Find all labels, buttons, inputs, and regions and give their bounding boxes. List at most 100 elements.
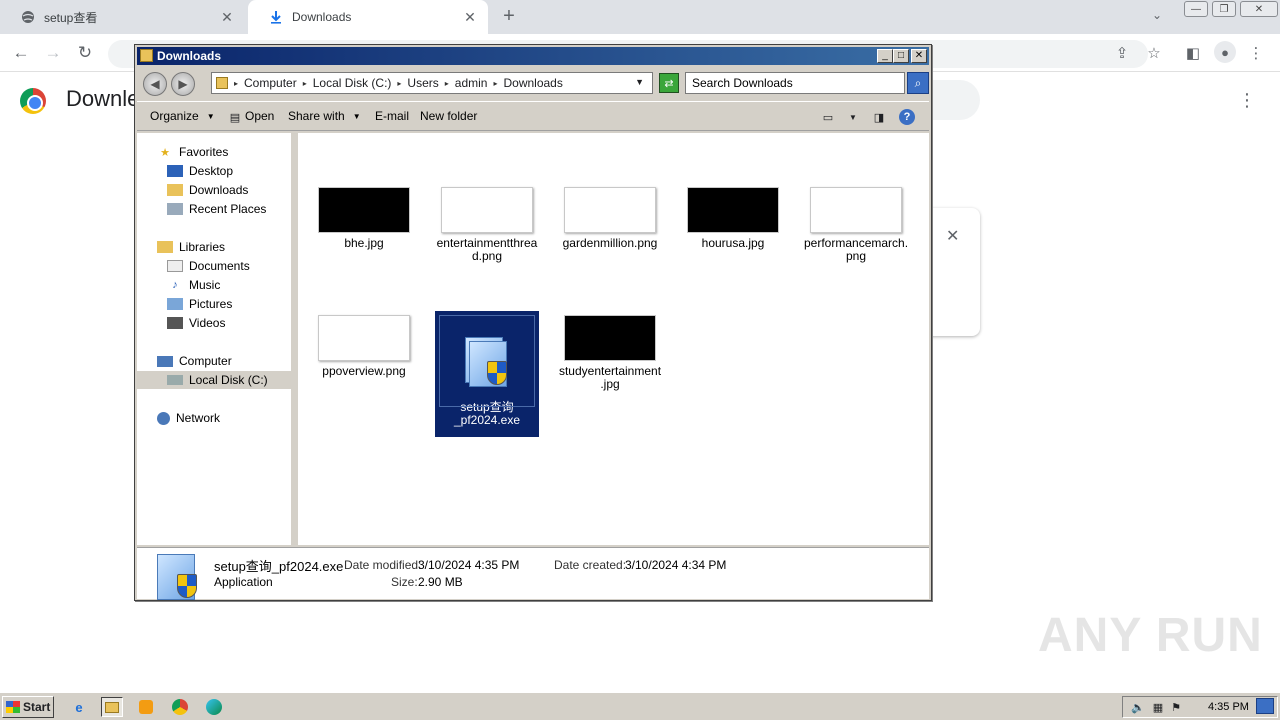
computer-icon: [157, 355, 173, 367]
nav-libraries[interactable]: Libraries: [157, 238, 225, 256]
chrome-taskbar-icon[interactable]: [169, 697, 191, 717]
explorer-window: Downloads _ □ ✕ ◀ ▶ ▸ Computer ▸ Local D…: [134, 44, 932, 601]
volume-icon[interactable]: 🔈: [1131, 701, 1145, 714]
clock: 4:35 PM: [1208, 701, 1249, 713]
nav-pictures[interactable]: Pictures: [167, 295, 232, 313]
email-button[interactable]: E-mail: [375, 109, 409, 123]
minimize-button[interactable]: —: [1184, 1, 1208, 17]
refresh-icon[interactable]: ⇄: [659, 73, 679, 93]
back-icon[interactable]: ◀: [143, 72, 167, 96]
nav-network[interactable]: Network: [157, 409, 220, 427]
details-pane: setup查询_pf2024.exe Application Date modi…: [137, 547, 929, 600]
forward-icon[interactable]: ▶: [171, 72, 195, 96]
media-player-icon[interactable]: [135, 697, 157, 717]
new-tab-button[interactable]: +: [498, 5, 520, 28]
tab-downloads[interactable]: Downloads ✕: [248, 0, 488, 34]
tab-setup[interactable]: setup查看 ✕: [0, 0, 245, 34]
downloads-folder-icon: [167, 184, 183, 196]
file-item[interactable]: studyentertainment .jpg: [558, 315, 662, 391]
remove-download-icon[interactable]: ✕: [946, 226, 959, 246]
search-input[interactable]: Search Downloads: [685, 72, 905, 94]
minimize-button[interactable]: _: [877, 49, 893, 63]
file-item[interactable]: entertainmentthrea d.png: [435, 187, 539, 263]
action-center-flag-icon[interactable]: ⚑: [1171, 701, 1181, 714]
file-item[interactable]: performancemarch. png: [804, 187, 908, 263]
breadcrumb-localdisk[interactable]: Local Disk (C:): [313, 76, 392, 90]
new-folder-button[interactable]: New folder: [420, 109, 477, 123]
nav-videos[interactable]: Videos: [167, 314, 225, 332]
help-icon[interactable]: ?: [899, 109, 915, 125]
nav-favorites[interactable]: ★ Favorites: [157, 143, 228, 161]
nav-local-disk[interactable]: Local Disk (C:): [137, 371, 293, 389]
close-window-button[interactable]: ✕: [1240, 1, 1278, 17]
dropdown-icon[interactable]: ▼: [635, 77, 644, 87]
open-button[interactable]: Open: [245, 109, 274, 123]
forward-icon[interactable]: →: [42, 42, 64, 64]
desktop-icon: [167, 165, 183, 177]
star-icon[interactable]: ☆: [1144, 43, 1164, 63]
profile-avatar[interactable]: ●: [1214, 41, 1236, 63]
modified-value: 3/10/2024 4:35 PM: [418, 558, 520, 572]
nav-documents[interactable]: Documents: [167, 257, 250, 275]
file-item[interactable]: ppoverview.png: [312, 315, 416, 378]
tab-strip: setup查看 ✕ Downloads ✕ + ⌄ — ❐ ✕: [0, 0, 1280, 34]
file-item[interactable]: gardenmillion.png: [558, 187, 662, 250]
documents-icon: [167, 260, 183, 272]
window-controls: — ❐ ✕: [1182, 0, 1280, 20]
nav-downloads[interactable]: Downloads: [167, 181, 248, 199]
nav-recent-places[interactable]: Recent Places: [167, 200, 266, 218]
view-dropdown-icon[interactable]: ▼: [845, 109, 861, 125]
nav-computer[interactable]: Computer: [157, 352, 232, 370]
preview-pane-icon[interactable]: ◨: [871, 109, 887, 125]
system-tray: 🔈 ▦ ⚑: [1122, 696, 1278, 718]
close-tab-icon[interactable]: ✕: [219, 9, 235, 26]
file-item[interactable]: hourusa.jpg: [681, 187, 785, 250]
pictures-icon: [167, 298, 183, 310]
open-icon: ▤: [229, 111, 241, 124]
search-icon[interactable]: ⌕: [907, 72, 929, 94]
internet-explorer-icon[interactable]: e: [68, 697, 90, 717]
star-icon: ★: [160, 146, 170, 159]
network-tray-icon[interactable]: ▦: [1153, 701, 1163, 714]
start-button[interactable]: Start: [2, 696, 54, 718]
close-button[interactable]: ✕: [911, 49, 927, 63]
more-options-icon[interactable]: ⋮: [1238, 90, 1256, 111]
created-label: Date created:: [554, 558, 627, 572]
breadcrumb-computer[interactable]: Computer: [244, 76, 297, 90]
breadcrumb-users[interactable]: Users: [407, 76, 438, 90]
side-panel-icon[interactable]: ◧: [1183, 43, 1203, 63]
folder-icon: [140, 49, 153, 62]
maximize-button[interactable]: □: [893, 49, 909, 63]
back-icon[interactable]: ←: [10, 42, 32, 64]
created-value: 3/10/2024 4:34 PM: [625, 558, 727, 572]
image-thumbnail: [810, 187, 902, 233]
share-icon[interactable]: ⇪: [1112, 43, 1132, 63]
chevron-down-icon[interactable]: ⌄: [1152, 8, 1162, 22]
restore-button[interactable]: ❐: [1212, 1, 1236, 17]
file-item[interactable]: bhe.jpg: [312, 187, 416, 250]
details-filename: setup查询_pf2024.exe: [214, 559, 344, 574]
nav-music[interactable]: ♪ Music: [167, 276, 220, 294]
music-icon: ♪: [172, 279, 178, 291]
edge-icon[interactable]: [203, 697, 225, 717]
breadcrumb[interactable]: ▸ Computer ▸ Local Disk (C:) ▸ Users ▸ a…: [211, 72, 653, 94]
modified-label: Date modified:: [344, 558, 422, 572]
close-tab-icon[interactable]: ✕: [462, 9, 478, 26]
chrome-logo: [20, 88, 46, 114]
show-desktop-icon[interactable]: [1256, 698, 1274, 714]
organize-button[interactable]: Organize ▼: [150, 109, 215, 123]
installer-shield-icon: [155, 554, 199, 600]
windows-logo-icon: [6, 701, 20, 713]
view-icon[interactable]: ▭: [820, 109, 836, 125]
explorer-taskbar-icon[interactable]: [101, 697, 123, 717]
breadcrumb-admin[interactable]: admin: [455, 76, 488, 90]
breadcrumb-downloads[interactable]: Downloads: [503, 76, 562, 90]
share-with-button[interactable]: Share with ▼: [288, 109, 361, 123]
nav-desktop[interactable]: Desktop: [167, 162, 233, 180]
reload-icon[interactable]: ↻: [74, 42, 96, 64]
file-item-selected[interactable]: setup查询 _pf2024.exe: [435, 311, 539, 437]
image-thumbnail: [318, 315, 410, 361]
taskbar: Start e 🔈 ▦ ⚑ 4:35 PM: [0, 692, 1280, 720]
menu-icon[interactable]: ⋮: [1246, 43, 1266, 63]
videos-icon: [167, 317, 183, 329]
